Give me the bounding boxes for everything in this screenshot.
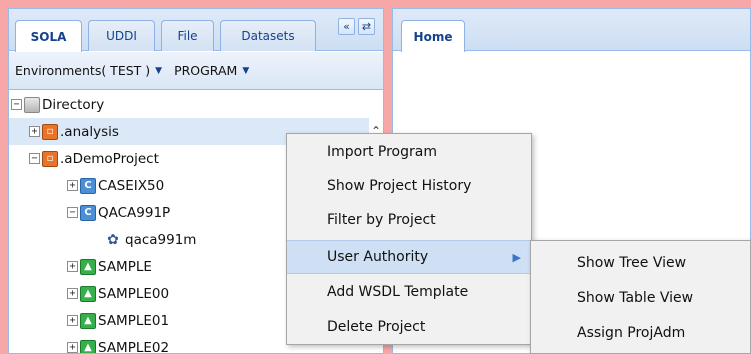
- tree-node-label: qaca991m: [125, 231, 197, 248]
- program-menu-label: PROGRAM: [174, 63, 238, 78]
- user-authority-submenu: Show Tree View Show Table View Assign Pr…: [530, 240, 751, 354]
- tree-node-label: SAMPLE02: [98, 339, 170, 354]
- collapse-icon[interactable]: −: [29, 153, 40, 164]
- tab-sola[interactable]: SOLA: [15, 20, 82, 52]
- tree-node-label: SAMPLE00: [98, 285, 170, 302]
- menu-item-label: User Authority: [327, 249, 429, 265]
- tree-node-label: QACA991P: [98, 204, 171, 221]
- gear-icon: ✿: [107, 231, 119, 248]
- program-menu[interactable]: PROGRAM ▼: [174, 63, 249, 78]
- program-c-icon: C: [80, 177, 96, 194]
- menu-item-show-table-view[interactable]: Show Table View: [531, 281, 750, 315]
- collapse-left-icon[interactable]: «: [338, 18, 355, 35]
- chevron-down-icon: ▼: [242, 65, 250, 76]
- upload-icon: ▲: [80, 258, 96, 275]
- project-icon: ▫: [42, 150, 58, 167]
- submenu-arrow-icon: ▶: [512, 251, 521, 264]
- menu-item-filter-by-project[interactable]: Filter by Project: [287, 203, 531, 237]
- tree-node-label: SAMPLE: [98, 258, 152, 275]
- tab-home[interactable]: Home: [401, 20, 465, 52]
- tab-file[interactable]: File: [161, 20, 214, 51]
- context-menu: Import Program Show Project History Filt…: [286, 133, 532, 345]
- directory-icon: [24, 96, 40, 113]
- environments-menu[interactable]: Environments( TEST ) ▼: [15, 63, 162, 78]
- upload-icon: ▲: [80, 312, 96, 329]
- tree-node-directory[interactable]: − Directory: [9, 91, 369, 118]
- tree-node-label: CASEIX50: [98, 177, 165, 194]
- environment-toolbar: Environments( TEST ) ▼ PROGRAM ▼: [9, 52, 383, 90]
- refresh-icon[interactable]: ⇄: [358, 18, 375, 35]
- menu-item-add-wsdl-template[interactable]: Add WSDL Template: [287, 275, 531, 309]
- project-icon: ▫: [42, 123, 58, 140]
- tree-node-label: .aDemoProject: [60, 150, 159, 167]
- upload-icon: ▲: [80, 285, 96, 302]
- environments-menu-label: Environments( TEST ): [15, 63, 151, 78]
- expand-icon[interactable]: +: [67, 180, 78, 191]
- expand-icon[interactable]: +: [67, 288, 78, 299]
- menu-item-delete-project[interactable]: Delete Project: [287, 310, 531, 344]
- menu-item-user-authority[interactable]: User Authority ▶: [287, 240, 531, 274]
- tab-datasets[interactable]: Datasets: [220, 20, 316, 51]
- tab-uddi[interactable]: UDDI: [88, 20, 155, 51]
- collapse-icon[interactable]: −: [67, 207, 78, 218]
- expand-icon[interactable]: +: [29, 126, 40, 137]
- expand-icon[interactable]: +: [67, 315, 78, 326]
- chevron-down-icon: ▼: [155, 65, 163, 76]
- tree-node-label: Directory: [42, 96, 105, 113]
- right-tabbar: Home: [393, 9, 750, 52]
- menu-item-show-project-history[interactable]: Show Project History: [287, 169, 531, 203]
- tree-node-label: SAMPLE01: [98, 312, 170, 329]
- left-tabbar: SOLA UDDI File Datasets « ⇄: [9, 9, 383, 52]
- program-c-icon: C: [80, 204, 96, 221]
- collapse-icon[interactable]: −: [11, 99, 22, 110]
- expand-icon[interactable]: +: [67, 261, 78, 272]
- menu-item-show-tree-view[interactable]: Show Tree View: [531, 246, 750, 280]
- upload-icon: ▲: [80, 339, 96, 353]
- tree-node-label: .analysis: [60, 123, 119, 140]
- expand-icon[interactable]: +: [67, 342, 78, 353]
- menu-item-import-program[interactable]: Import Program: [287, 135, 531, 169]
- menu-item-assign-projadm[interactable]: Assign ProjAdm: [531, 316, 750, 350]
